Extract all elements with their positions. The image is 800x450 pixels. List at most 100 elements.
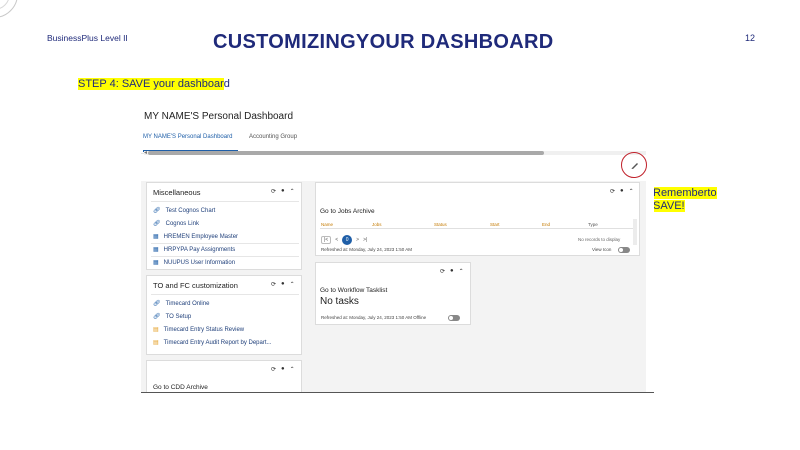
column-header[interactable]: Status: [434, 222, 447, 227]
last-page-button[interactable]: >|: [363, 237, 367, 243]
step-instruction: STEP 4: SAVE your dashboard: [78, 78, 230, 90]
workflow-panel: ⟳ ● ⌃ Go to Workflow Tasklist No tasks R…: [315, 262, 471, 325]
misc-panel-controls: ⟳ ● ⌃: [271, 188, 295, 195]
item-label: HREMEN Employee Master: [163, 233, 239, 240]
link-icon: 🔗︎: [153, 221, 161, 227]
link-icon: 🔗︎: [153, 314, 161, 320]
jobs-panel: ⟳ ● ⌃ Go to Jobs Archive Name Jobs Statu…: [315, 182, 640, 256]
list-item[interactable]: ▦ HREMEN Employee Master: [153, 233, 239, 241]
grid-icon: ▦: [153, 260, 159, 266]
column-header[interactable]: Name: [321, 222, 333, 227]
tab-accounting-group[interactable]: Accounting Group: [249, 134, 297, 140]
jobs-vertical-scrollbar[interactable]: [633, 219, 637, 245]
item-label: HRPYPA Pay Assignments: [163, 246, 236, 253]
course-name: BusinessPlus Level II: [47, 33, 128, 43]
view-icon-toggle[interactable]: [618, 247, 630, 253]
tab-scrollbar-thumb[interactable]: [148, 151, 544, 155]
column-header[interactable]: Start: [490, 222, 500, 227]
list-item[interactable]: 🔗︎ Timecard Online: [153, 300, 210, 308]
cdd-panel: ⟳ ● ⌃ Go to CDD Archive: [146, 360, 302, 392]
no-tasks-text: No tasks: [320, 296, 359, 307]
page-number: 12: [745, 33, 756, 43]
refreshed-timestamp: Refreshed at: Monday, July 24, 2023 1:50…: [321, 315, 427, 320]
view-icon-label: View Icon: [592, 247, 612, 252]
report-icon: ▤: [153, 327, 159, 333]
column-header[interactable]: Type: [588, 222, 598, 227]
info-icon[interactable]: ●: [281, 281, 285, 288]
item-label: Test Cognos Chart: [165, 207, 216, 214]
list-item[interactable]: ▦ NUUPUS User Information: [153, 259, 236, 267]
pagination: |< < 0 > >|: [321, 235, 367, 245]
list-item[interactable]: ▤ Timecard Entry Status Review: [153, 326, 245, 334]
workflow-tasklist-link[interactable]: Go to Workflow Tasklist: [320, 287, 387, 294]
grid-icon: ▦: [153, 247, 159, 253]
refresh-icon[interactable]: ⟳: [271, 188, 276, 195]
item-label: NUUPUS User Information: [163, 259, 236, 266]
divider: [151, 256, 299, 257]
misc-panel: Miscellaneous ⟳ ● ⌃ 🔗︎ Test Cognos Chart …: [146, 182, 302, 270]
remember-text-c: to: [707, 187, 717, 199]
pencil-icon[interactable]: [630, 160, 640, 170]
cdd-archive-link[interactable]: Go to CDD Archive: [153, 384, 208, 391]
current-page[interactable]: 0: [342, 235, 353, 245]
item-label: Cognos Link: [165, 220, 199, 227]
prev-page-button[interactable]: <: [335, 237, 338, 243]
remember-text-save: SAVE!: [653, 200, 685, 212]
column-header[interactable]: Jobs: [372, 222, 382, 227]
collapse-icon[interactable]: ⌃: [290, 188, 295, 195]
refreshed-timestamp: Refreshed at: Monday, July 24, 2023 1:50…: [321, 247, 412, 252]
list-item[interactable]: 🔗︎ Cognos Link: [153, 220, 199, 228]
remember-text-a: Remembe: [653, 187, 704, 199]
divider: [320, 228, 634, 229]
info-icon[interactable]: ●: [450, 268, 454, 275]
item-label: Timecard Online: [165, 300, 210, 307]
collapse-icon[interactable]: ⌃: [290, 366, 295, 373]
info-icon[interactable]: ●: [281, 188, 285, 195]
refresh-icon[interactable]: ⟳: [610, 188, 615, 195]
list-item[interactable]: ▦ HRPYPA Pay Assignments: [153, 246, 236, 254]
step-highlight: STEP 4: SAVE your dashboar: [78, 78, 224, 90]
step-rest: d: [223, 78, 230, 90]
first-page-button[interactable]: |<: [321, 236, 332, 244]
jobs-panel-controls: ⟳ ● ⌃: [610, 188, 634, 195]
list-item[interactable]: ▤ Timecard Entry Audit Report by Depart..…: [153, 339, 272, 347]
refresh-icon[interactable]: ⟳: [440, 268, 445, 275]
column-header[interactable]: End: [542, 222, 550, 227]
refresh-icon[interactable]: ⟳: [271, 366, 276, 373]
remember-callout: Rememberto SAVE!: [653, 187, 729, 213]
tab-personal-dashboard[interactable]: MY NAME'S Personal Dashboard: [143, 134, 232, 140]
dashboard-title: MY NAME'S Personal Dashboard: [144, 111, 294, 122]
misc-panel-title: Miscellaneous: [153, 188, 201, 197]
divider: [151, 201, 299, 202]
workflow-panel-controls: ⟳ ● ⌃: [440, 268, 464, 275]
offline-toggle[interactable]: [448, 315, 460, 321]
info-icon[interactable]: ●: [281, 366, 285, 373]
slide: BusinessPlus Level II CUSTOMIZINGYOUR DA…: [0, 0, 800, 450]
grid-icon: ▦: [153, 234, 159, 240]
to-panel-title: TO and FC customization: [153, 281, 238, 290]
item-label: TO Setup: [165, 313, 192, 320]
to-panel: TO and FC customization ⟳ ● ⌃ 🔗︎ Timecard…: [146, 275, 302, 355]
link-icon: 🔗︎: [153, 208, 161, 214]
cdd-panel-controls: ⟳ ● ⌃: [271, 366, 295, 373]
list-item[interactable]: 🔗︎ Test Cognos Chart: [153, 207, 216, 215]
item-label: Timecard Entry Status Review: [163, 326, 245, 333]
dashboard-screenshot: MY NAME'S Personal Dashboard MY NAME'S P…: [141, 105, 654, 393]
collapse-icon[interactable]: ⌃: [629, 188, 634, 195]
link-icon: 🔗︎: [153, 301, 161, 307]
divider: [151, 243, 299, 244]
refresh-icon[interactable]: ⟳: [271, 281, 276, 288]
no-records-text: No records to display: [578, 237, 621, 242]
jobs-archive-link[interactable]: Go to Jobs Archive: [320, 208, 375, 215]
to-panel-controls: ⟳ ● ⌃: [271, 281, 295, 288]
info-icon[interactable]: ●: [620, 188, 624, 195]
collapse-icon[interactable]: ⌃: [459, 268, 464, 275]
collapse-icon[interactable]: ⌃: [290, 281, 295, 288]
next-page-button[interactable]: >: [356, 237, 359, 243]
divider: [151, 294, 299, 295]
list-item[interactable]: 🔗︎ TO Setup: [153, 313, 192, 321]
item-label: Timecard Entry Audit Report by Depart...: [163, 339, 272, 346]
scroll-left-icon[interactable]: ◂: [144, 149, 147, 156]
slide-title: CUSTOMIZINGYOUR DASHBOARD: [213, 31, 554, 53]
report-icon: ▤: [153, 340, 159, 346]
